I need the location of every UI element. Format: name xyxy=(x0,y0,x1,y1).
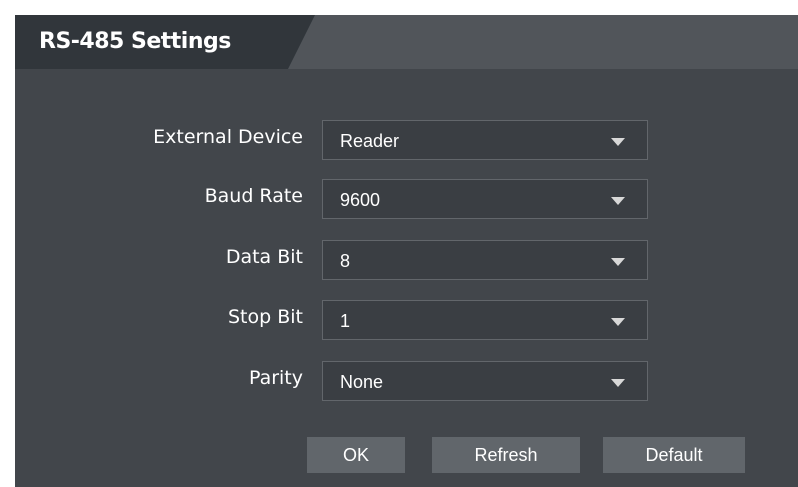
chevron-down-icon xyxy=(611,197,625,205)
parity-select[interactable]: None xyxy=(322,361,648,401)
stop-bit-row: Stop Bit 1 xyxy=(15,300,798,342)
parity-row: Parity None xyxy=(15,361,798,403)
ok-button[interactable]: OK xyxy=(307,437,405,473)
parity-value: None xyxy=(340,372,384,392)
chevron-down-icon xyxy=(611,138,625,146)
chevron-down-icon xyxy=(611,258,625,266)
external-device-value: Reader xyxy=(340,131,400,151)
stop-bit-label: Stop Bit xyxy=(228,306,303,328)
data-bit-row: Data Bit 8 xyxy=(15,240,798,282)
rs485-settings-panel: RS-485 Settings External Device Reader B… xyxy=(15,15,798,487)
data-bit-value: 8 xyxy=(340,251,351,271)
data-bit-select[interactable]: 8 xyxy=(322,240,648,280)
stop-bit-select[interactable]: 1 xyxy=(322,300,648,340)
parity-label: Parity xyxy=(248,367,303,389)
baud-rate-value: 9600 xyxy=(340,190,381,210)
stop-bit-value: 1 xyxy=(340,311,351,331)
external-device-row: External Device Reader xyxy=(15,120,798,162)
chevron-down-icon xyxy=(611,379,625,387)
chevron-down-icon xyxy=(611,318,625,326)
baud-rate-select[interactable]: 9600 xyxy=(322,179,648,219)
refresh-button[interactable]: Refresh xyxy=(432,437,580,473)
default-button[interactable]: Default xyxy=(603,437,745,473)
external-device-select[interactable]: Reader xyxy=(322,120,648,160)
page-title: RS-485 Settings xyxy=(39,29,231,54)
baud-rate-row: Baud Rate 9600 xyxy=(15,179,798,221)
baud-rate-label: Baud Rate xyxy=(204,185,303,207)
data-bit-label: Data Bit xyxy=(225,246,303,268)
tab-strip: RS-485 Settings xyxy=(15,15,798,69)
external-device-label: External Device xyxy=(153,126,303,148)
